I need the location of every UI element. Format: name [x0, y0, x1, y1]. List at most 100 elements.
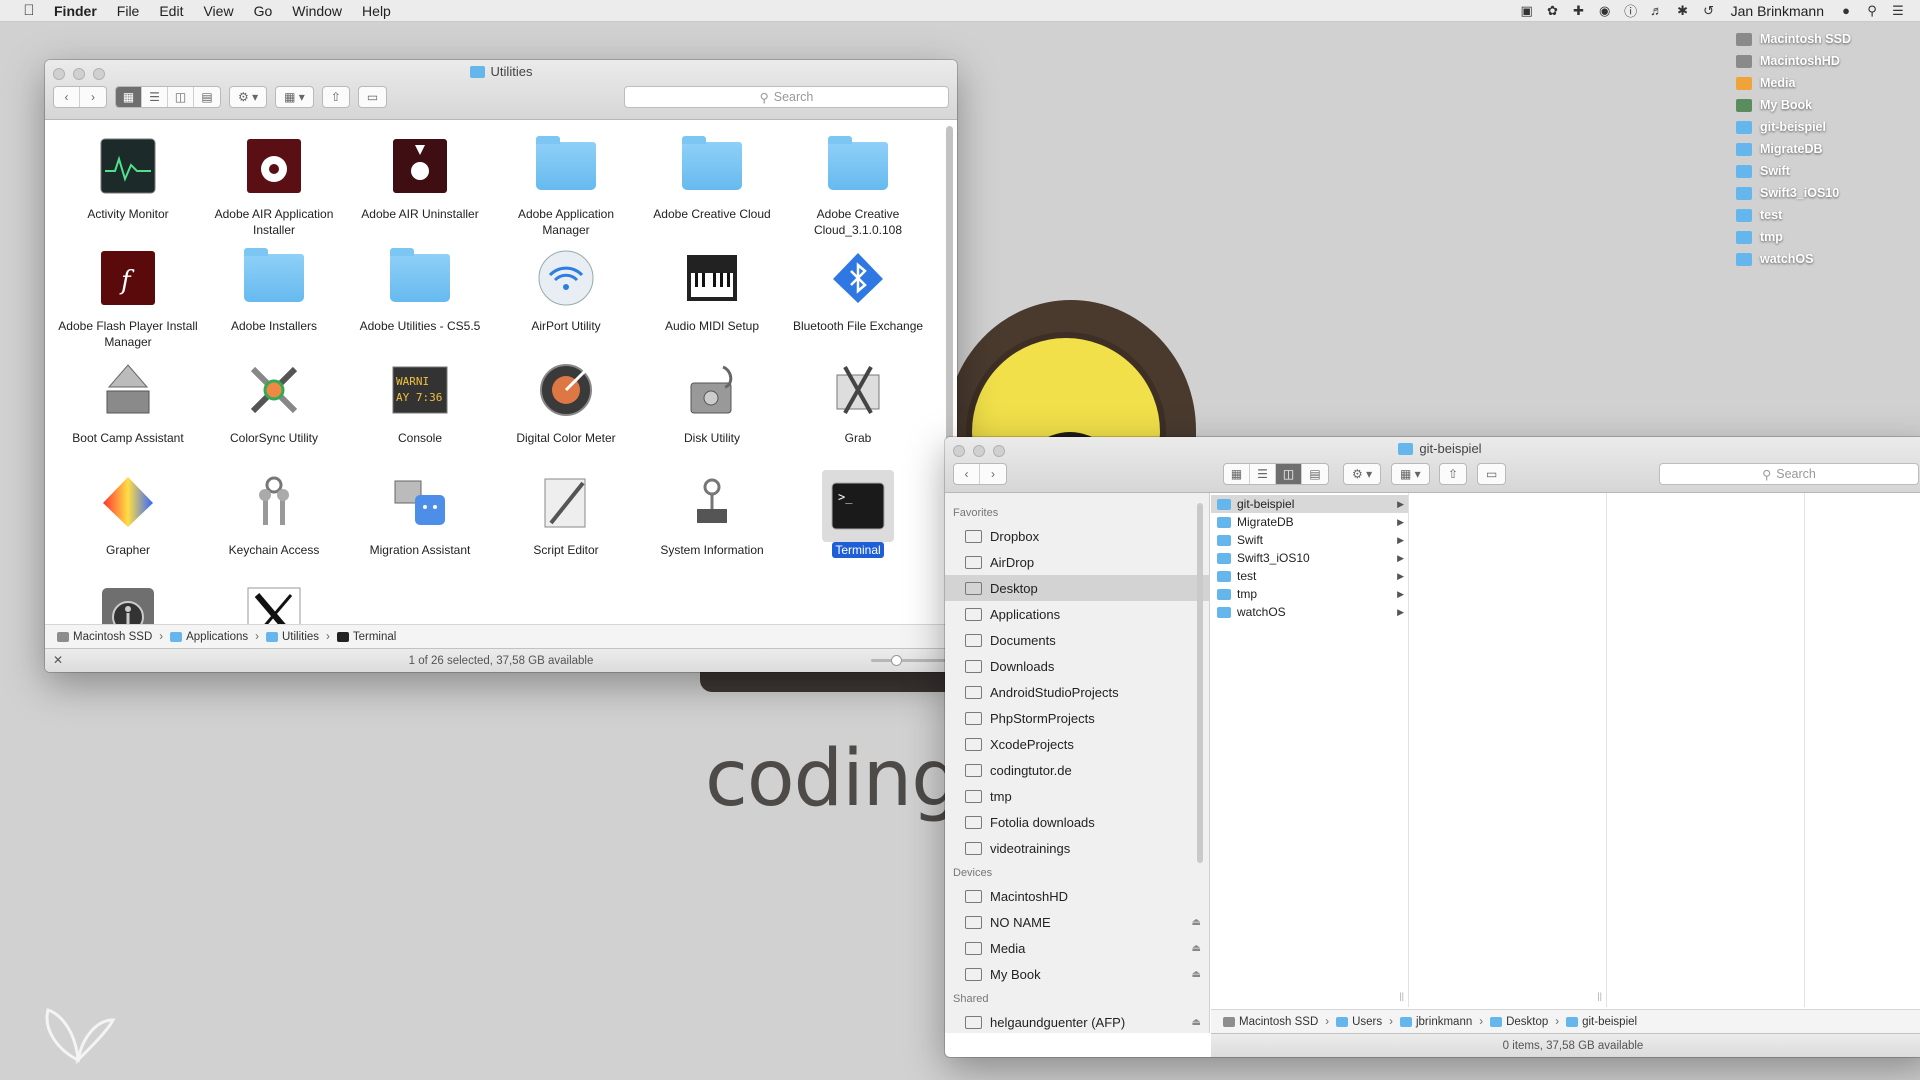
sidebar-item[interactable]: Desktop: [945, 575, 1209, 601]
forward-button[interactable]: ›: [980, 464, 1006, 484]
desktop-item[interactable]: Media: [1736, 72, 1916, 94]
git-titlebar[interactable]: git-beispiel ‹ › ▦ ☰ ◫ ▤ ⚙ ▾ ▦ ▾ ⇧ ▭ ⚲ S…: [945, 437, 1920, 493]
app-icon-item[interactable]: Activity Monitor: [55, 130, 201, 242]
sidebar-item[interactable]: PhpStormProjects: [945, 705, 1209, 731]
app-icon-item[interactable]: f Adobe Flash Player Install Manager: [55, 242, 201, 354]
column-item[interactable]: tmp ▶: [1211, 585, 1408, 603]
user-switch-icon[interactable]: ●: [1838, 3, 1854, 19]
desktop-item[interactable]: Macintosh SSD: [1736, 28, 1916, 50]
sidebar-item[interactable]: AirDrop: [945, 549, 1209, 575]
share-button[interactable]: ⇧: [321, 86, 350, 108]
sidebar-item[interactable]: XcodeProjects: [945, 731, 1209, 757]
column-item[interactable]: watchOS ▶: [1211, 603, 1408, 621]
desktop-item[interactable]: Swift: [1736, 160, 1916, 182]
time-machine-icon[interactable]: ↺: [1701, 3, 1717, 19]
column-item[interactable]: git-beispiel ▶: [1211, 495, 1408, 513]
app-icon-item[interactable]: Adobe Application Manager: [493, 130, 639, 242]
app-icon-item[interactable]: Bluetooth File Exchange: [785, 242, 931, 354]
sidebar-item[interactable]: Media ⏏: [945, 935, 1209, 961]
path-segment[interactable]: Applications: [170, 631, 248, 643]
tags-button[interactable]: ▭: [357, 86, 388, 108]
path-segment[interactable]: Macintosh SSD: [1223, 1016, 1318, 1028]
sidebar-item[interactable]: AndroidStudioProjects: [945, 679, 1209, 705]
desktop-item[interactable]: tmp: [1736, 226, 1916, 248]
sidebar-item[interactable]: My Book ⏏: [945, 961, 1209, 987]
desktop-item[interactable]: MacintoshHD: [1736, 50, 1916, 72]
path-segment[interactable]: git-beispiel: [1566, 1016, 1637, 1028]
app-icon-item[interactable]: Boot Camp Assistant: [55, 354, 201, 466]
app-icon-item[interactable]: Adobe AIR Uninstaller: [347, 130, 493, 242]
tags-button[interactable]: ▭: [1477, 463, 1507, 485]
menu-edit[interactable]: Edit: [159, 3, 183, 19]
column-view-button[interactable]: ◫: [168, 87, 194, 107]
creative-cloud-icon[interactable]: ✿: [1545, 3, 1561, 19]
column-resize-handle[interactable]: ||: [1399, 991, 1404, 1001]
user-name[interactable]: Jan Brinkmann: [1731, 3, 1824, 19]
app-icon-item[interactable]: Grab: [785, 354, 931, 466]
plugin-icon[interactable]: ✚: [1571, 3, 1587, 19]
path-segment[interactable]: Terminal: [336, 631, 396, 643]
coverflow-view-button[interactable]: ▤: [194, 87, 220, 107]
bluetooth-icon[interactable]: ✱: [1675, 3, 1691, 19]
app-icon-item[interactable]: Adobe Creative Cloud_3.1.0.108: [785, 130, 931, 242]
eject-icon[interactable]: ⏏: [1192, 943, 1201, 954]
app-icon-item[interactable]: Audio MIDI Setup: [639, 242, 785, 354]
list-view-button[interactable]: ☰: [142, 87, 168, 107]
notification-center-icon[interactable]: ☰: [1890, 3, 1906, 19]
app-icon-item[interactable]: Digital Color Meter: [493, 354, 639, 466]
path-segment[interactable]: Utilities: [265, 631, 319, 643]
sidebar-item[interactable]: NO NAME ⏏: [945, 909, 1209, 935]
spotlight-search-icon[interactable]: ⚲: [1864, 3, 1880, 19]
utilities-titlebar[interactable]: Utilities ‹ › ▦ ☰ ◫ ▤ ⚙ ▾ ▦ ▾ ⇧ ▭ ⚲ Sear…: [45, 60, 957, 120]
eject-icon[interactable]: ⏏: [1192, 1017, 1201, 1028]
desktop-item[interactable]: Swift3_iOS10: [1736, 182, 1916, 204]
apple-menu-icon[interactable]: : [20, 2, 38, 19]
app-icon-item[interactable]: Keychain Access: [201, 466, 347, 578]
path-segment[interactable]: jbrinkmann: [1399, 1016, 1472, 1028]
arrange-button[interactable]: ▦ ▾: [1391, 463, 1430, 485]
menu-help[interactable]: Help: [362, 3, 391, 19]
sidebar-item[interactable]: helgaundguenter (AFP) ⏏: [945, 1009, 1209, 1033]
action-gear-button[interactable]: ⚙ ▾: [229, 86, 268, 108]
close-pathbar-icon[interactable]: ✕: [53, 653, 63, 667]
list-view-button[interactable]: ☰: [1250, 464, 1276, 484]
menu-file[interactable]: File: [117, 3, 140, 19]
sidebar-item[interactable]: Fotolia downloads: [945, 809, 1209, 835]
arrange-button[interactable]: ▦ ▾: [275, 86, 314, 108]
column-item[interactable]: test ▶: [1211, 567, 1408, 585]
back-button[interactable]: ‹: [54, 87, 80, 107]
slider-knob[interactable]: [891, 655, 902, 666]
app-status-icon[interactable]: ◉: [1597, 3, 1613, 19]
column-item[interactable]: Swift3_iOS10 ▶: [1211, 549, 1408, 567]
column-item[interactable]: MigrateDB ▶: [1211, 513, 1408, 531]
sidebar-scrollbar[interactable]: [1197, 503, 1203, 863]
app-icon-item[interactable]: WARNI AY 7:36 Console: [347, 354, 493, 466]
path-segment[interactable]: Users: [1336, 1016, 1382, 1028]
path-segment[interactable]: Desktop: [1490, 1016, 1548, 1028]
search-field[interactable]: ⚲ Search: [1659, 463, 1919, 485]
sidebar-item[interactable]: Dropbox: [945, 523, 1209, 549]
share-button[interactable]: ⇧: [1439, 463, 1468, 485]
app-icon-item[interactable]: >_ Terminal: [785, 466, 931, 578]
app-icon-item[interactable]: Adobe Installers: [201, 242, 347, 354]
column-view-button[interactable]: ◫: [1276, 464, 1302, 484]
app-icon-item[interactable]: Grapher: [55, 466, 201, 578]
app-icon-item[interactable]: AirPort Utility: [493, 242, 639, 354]
column-item[interactable]: Swift ▶: [1211, 531, 1408, 549]
desktop-item[interactable]: watchOS: [1736, 248, 1916, 270]
sidebar-item[interactable]: Applications: [945, 601, 1209, 627]
icon-size-slider[interactable]: [871, 655, 947, 666]
desktop-item[interactable]: MigrateDB: [1736, 138, 1916, 160]
action-gear-button[interactable]: ⚙ ▾: [1343, 463, 1382, 485]
desktop-item[interactable]: My Book: [1736, 94, 1916, 116]
desktop-item[interactable]: test: [1736, 204, 1916, 226]
app-icon-item[interactable]: Adobe Creative Cloud: [639, 130, 785, 242]
search-field[interactable]: ⚲ Search: [624, 86, 949, 108]
desktop-item[interactable]: git-beispiel: [1736, 116, 1916, 138]
menu-view[interactable]: View: [203, 3, 233, 19]
icon-view-button[interactable]: ▦: [116, 87, 142, 107]
screen-record-icon[interactable]: ▣: [1519, 3, 1535, 19]
menu-go[interactable]: Go: [254, 3, 273, 19]
forward-button[interactable]: ›: [80, 87, 106, 107]
sidebar-item[interactable]: codingtutor.de: [945, 757, 1209, 783]
